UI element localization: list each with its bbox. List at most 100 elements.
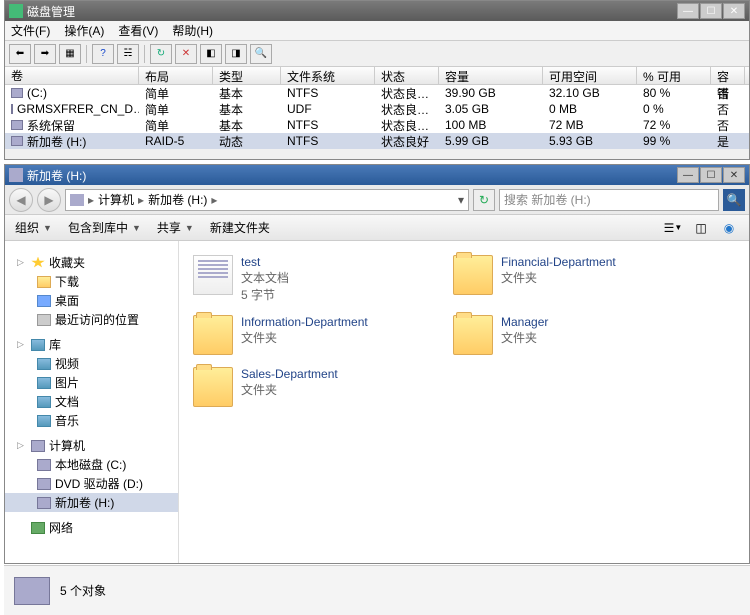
menu-action[interactable]: 操作(A) — [64, 22, 104, 39]
folder-icon — [193, 367, 233, 407]
include-library-button[interactable]: 包含到库中▼ — [68, 219, 141, 236]
tree-downloads[interactable]: 下载 — [5, 272, 178, 291]
chevron-icon[interactable]: ▸ — [138, 193, 144, 207]
ex-statusbar: 5 个对象 — [4, 565, 750, 615]
volume-row[interactable]: 系统保留简单基本NTFS状态良…100 MB72 MB72 %否 — [5, 117, 749, 133]
tree-network[interactable]: 网络 — [5, 518, 178, 537]
search-button[interactable]: 🔍 — [723, 189, 745, 211]
file-name: Sales-Department — [241, 367, 338, 381]
new-folder-button[interactable]: 新建文件夹 — [210, 219, 270, 236]
tree-music[interactable]: 音乐 — [5, 411, 178, 430]
volume-icon — [11, 120, 23, 130]
folder-item[interactable]: Manager文件夹 — [453, 315, 673, 355]
col-type[interactable]: 类型 — [213, 67, 281, 84]
action1-button[interactable]: ◧ — [200, 44, 222, 64]
folder-item[interactable]: Financial-Department文件夹 — [453, 255, 673, 303]
drive-icon — [14, 577, 50, 605]
folder-icon — [453, 255, 493, 295]
dm-toolbar: ⬅ ➡ ▦ ? ☵ ↻ ✕ ◧ ◨ 🔍 — [5, 41, 749, 67]
nav-forward-button[interactable]: ▶ — [37, 188, 61, 212]
volume-icon — [11, 88, 23, 98]
disk-management-window: 磁盘管理 — ☐ ✕ 文件(F) 操作(A) 查看(V) 帮助(H) ⬅ ➡ ▦… — [4, 0, 750, 160]
nav-back-button[interactable]: ◀ — [9, 188, 33, 212]
ex-nav-tree: ▷收藏夹 下载 桌面 最近访问的位置 ▷库 视频 图片 文档 音乐 ▷计算机 本… — [5, 241, 179, 563]
explorer-window: 新加卷 (H:) — ☐ ✕ ◀ ▶ ▸ 计算机 ▸ 新加卷 (H:) ▸ ▾ … — [4, 164, 750, 564]
dm-volume-list: 卷 布局 类型 文件系统 状态 容量 可用空间 % 可用 容错 (C:)简单基本… — [5, 67, 749, 149]
folder-item[interactable]: Sales-Department文件夹 — [193, 367, 413, 407]
maximize-button[interactable]: ☐ — [700, 167, 722, 183]
file-name: Financial-Department — [501, 255, 616, 269]
volume-row[interactable]: GRMSXFRER_CN_D…简单基本UDF状态良…3.05 GB0 MB0 %… — [5, 101, 749, 117]
close-button[interactable]: ✕ — [723, 167, 745, 183]
preview-pane-button[interactable]: ◫ — [691, 218, 711, 238]
tree-videos[interactable]: 视频 — [5, 354, 178, 373]
tree-drive-c[interactable]: 本地磁盘 (C:) — [5, 455, 178, 474]
menu-view[interactable]: 查看(V) — [118, 22, 158, 39]
help-button[interactable]: ? — [92, 44, 114, 64]
col-capacity[interactable]: 容量 — [439, 67, 543, 84]
col-filesystem[interactable]: 文件系统 — [281, 67, 375, 84]
action2-button[interactable]: ◨ — [225, 44, 247, 64]
dropdown-icon[interactable]: ▾ — [458, 193, 464, 207]
delete-button[interactable]: ✕ — [175, 44, 197, 64]
tree-drive-h[interactable]: 新加卷 (H:) — [5, 493, 178, 512]
dm-titlebar[interactable]: 磁盘管理 — ☐ ✕ — [5, 1, 749, 21]
refresh-button[interactable]: ↻ — [473, 189, 495, 211]
ex-title-text: 新加卷 (H:) — [27, 167, 86, 184]
organize-button[interactable]: 组织▼ — [15, 219, 52, 236]
tree-computer[interactable]: ▷计算机 — [5, 436, 178, 455]
tree-libraries[interactable]: ▷库 — [5, 335, 178, 354]
crumb-volume[interactable]: 新加卷 (H:) — [148, 191, 207, 208]
view-mode-button[interactable]: ☰ ▼ — [663, 218, 683, 238]
search-input[interactable]: 搜索 新加卷 (H:) — [499, 189, 719, 211]
share-button[interactable]: 共享▼ — [157, 219, 194, 236]
volume-icon — [11, 104, 13, 114]
chevron-icon[interactable]: ▸ — [211, 193, 217, 207]
dm-title-text: 磁盘管理 — [27, 3, 75, 20]
back-button[interactable]: ⬅ — [9, 44, 31, 64]
close-button[interactable]: ✕ — [723, 3, 745, 19]
status-text: 5 个对象 — [60, 582, 106, 599]
tree-pictures[interactable]: 图片 — [5, 373, 178, 392]
tree-favorites[interactable]: ▷收藏夹 — [5, 253, 178, 272]
file-item[interactable]: test文本文档5 字节 — [193, 255, 413, 303]
folder-icon — [193, 315, 233, 355]
dm-header-row: 卷 布局 类型 文件系统 状态 容量 可用空间 % 可用 容错 — [5, 67, 749, 85]
refresh-button[interactable]: ↻ — [150, 44, 172, 64]
minimize-button[interactable]: — — [677, 167, 699, 183]
volume-row[interactable]: 新加卷 (H:)RAID-5动态NTFS状态良好5.99 GB5.93 GB99… — [5, 133, 749, 149]
crumb-computer[interactable]: 计算机 — [98, 191, 134, 208]
drive-icon — [70, 194, 84, 206]
tree-drive-d[interactable]: DVD 驱动器 (D:) — [5, 474, 178, 493]
action3-button[interactable]: 🔍 — [250, 44, 272, 64]
dm-menubar: 文件(F) 操作(A) 查看(V) 帮助(H) — [5, 21, 749, 41]
forward-button[interactable]: ➡ — [34, 44, 56, 64]
text-file-icon — [193, 255, 233, 295]
folder-item[interactable]: Information-Department文件夹 — [193, 315, 413, 355]
ex-titlebar[interactable]: 新加卷 (H:) — ☐ ✕ — [5, 165, 749, 185]
minimize-button[interactable]: — — [677, 3, 699, 19]
col-layout[interactable]: 布局 — [139, 67, 213, 84]
properties-button[interactable]: ☵ — [117, 44, 139, 64]
menu-help[interactable]: 帮助(H) — [172, 22, 213, 39]
folder-icon — [453, 315, 493, 355]
volume-icon — [11, 136, 23, 146]
drive-icon — [9, 168, 23, 182]
col-status[interactable]: 状态 — [375, 67, 439, 84]
col-fault[interactable]: 容错 — [711, 67, 745, 84]
chevron-icon[interactable]: ▸ — [88, 193, 94, 207]
menu-file[interactable]: 文件(F) — [11, 22, 50, 39]
help-icon[interactable]: ◉ — [719, 218, 739, 238]
ex-file-pane[interactable]: test文本文档5 字节 Financial-Department文件夹 Infor… — [179, 241, 749, 563]
tree-recent[interactable]: 最近访问的位置 — [5, 310, 178, 329]
volume-row[interactable]: (C:)简单基本NTFS状态良…39.90 GB32.10 GB80 %否 — [5, 85, 749, 101]
tree-documents[interactable]: 文档 — [5, 392, 178, 411]
address-bar[interactable]: ▸ 计算机 ▸ 新加卷 (H:) ▸ ▾ — [65, 189, 469, 211]
col-free[interactable]: 可用空间 — [543, 67, 637, 84]
col-volume[interactable]: 卷 — [5, 67, 139, 84]
tree-desktop[interactable]: 桌面 — [5, 291, 178, 310]
dm-app-icon — [9, 4, 23, 18]
col-percent[interactable]: % 可用 — [637, 67, 711, 84]
maximize-button[interactable]: ☐ — [700, 3, 722, 19]
up-button[interactable]: ▦ — [59, 44, 81, 64]
